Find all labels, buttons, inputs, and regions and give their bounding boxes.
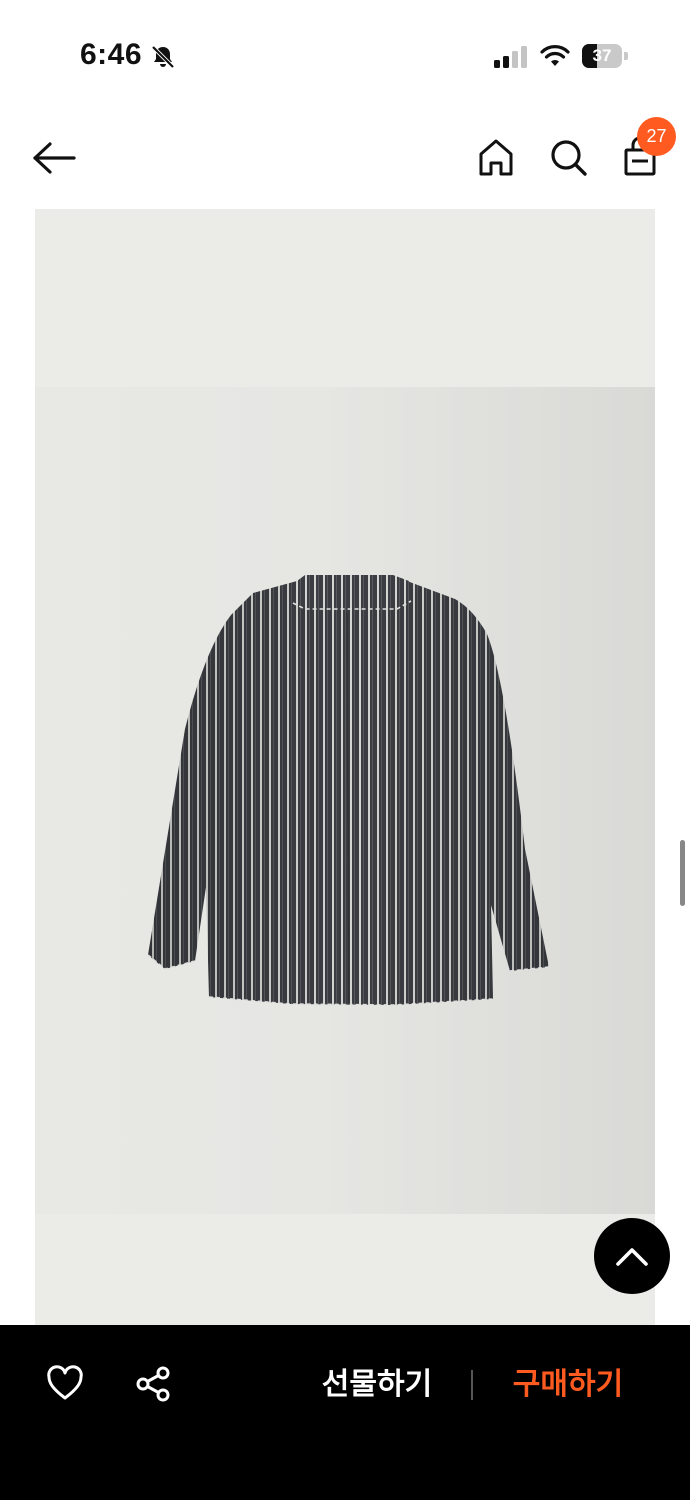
status-time: 6:46 <box>80 38 143 71</box>
scroll-to-top-button[interactable] <box>594 1218 670 1294</box>
home-icon[interactable] <box>474 134 518 180</box>
cart-count-badge: 27 <box>637 117 676 156</box>
product-image <box>35 209 655 1325</box>
bottom-action-bar: 선물하기 구매하기 <box>0 1325 690 1500</box>
bell-slash-icon <box>151 45 175 69</box>
arrow-left-icon[interactable] <box>30 138 80 178</box>
scroll-indicator[interactable] <box>680 840 685 906</box>
chevron-up-icon <box>616 1248 648 1266</box>
share-icon[interactable] <box>134 1365 172 1403</box>
battery-level: 37 <box>592 46 612 65</box>
status-bar: 6:46 37 <box>0 0 690 110</box>
divider <box>471 1370 473 1400</box>
wifi-icon <box>540 45 570 66</box>
buy-button[interactable]: 구매하기 <box>508 1363 628 1407</box>
gift-button[interactable]: 선물하기 <box>318 1363 436 1407</box>
signal-icon <box>494 46 527 68</box>
heart-icon[interactable] <box>45 1365 85 1403</box>
striped-jacket-photo <box>147 575 550 1006</box>
search-icon[interactable] <box>546 134 590 180</box>
top-nav <box>0 110 690 205</box>
battery-icon: 37 <box>582 44 628 68</box>
